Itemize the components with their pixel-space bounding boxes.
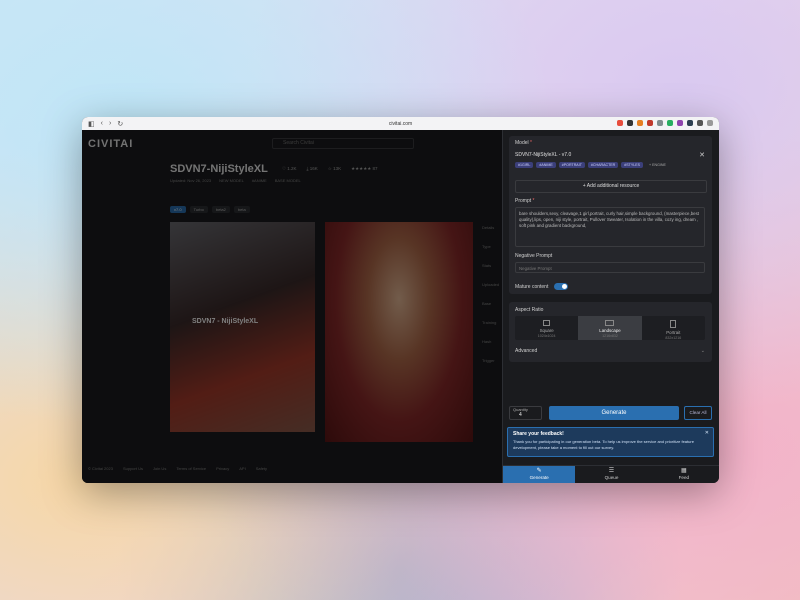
grid-icon: ▦ xyxy=(680,468,687,474)
extension-icons xyxy=(617,120,713,126)
extension-icon[interactable] xyxy=(677,120,683,126)
aspect-option-dims: 1024x1024 xyxy=(537,334,556,338)
page-dim-overlay xyxy=(82,130,502,483)
extension-icon[interactable] xyxy=(647,120,653,126)
extension-icon[interactable] xyxy=(667,120,673,126)
tab-label: Generate xyxy=(529,475,549,480)
browser-toolbar: ◧ ‹ › ↻ civitai.com xyxy=(82,117,719,130)
negative-prompt-input[interactable]: Negative Prompt xyxy=(515,262,705,273)
plus-icon: + xyxy=(582,183,586,189)
reload-icon[interactable]: ↻ xyxy=(117,120,123,128)
panel-tabs: ✎ Generate ☰ Queue ▦ Feed xyxy=(503,465,719,483)
aspect-ratio-selector: Square 1024x1024 Landscape 1216x832 Port… xyxy=(515,316,705,340)
forward-icon[interactable]: › xyxy=(109,120,111,128)
extension-icon[interactable] xyxy=(657,120,663,126)
address-bar[interactable]: civitai.com xyxy=(389,121,412,127)
mature-content-row: Mature content xyxy=(515,283,568,290)
add-resource-button[interactable]: + Add additional resource xyxy=(515,180,707,193)
model-tag: #ANIME xyxy=(536,162,556,168)
browser-nav: ◧ ‹ › ↻ xyxy=(82,120,123,128)
aspect-option-square[interactable]: Square 1024x1024 xyxy=(515,316,578,340)
aspect-option-dims: 832x1216 xyxy=(665,336,682,340)
extension-icon[interactable] xyxy=(637,120,643,126)
model-tag: #CHARACTER xyxy=(587,162,619,168)
quantity-stepper[interactable]: Quantity 4 xyxy=(509,406,542,420)
feedback-title: Share your feedback! xyxy=(513,431,564,437)
square-icon xyxy=(543,320,551,326)
feedback-banner: Share your feedback! Thank you for parti… xyxy=(507,427,714,457)
negative-prompt-label: Negative Prompt xyxy=(515,253,553,259)
add-resource-label: Add additional resource xyxy=(586,183,640,189)
prompt-label-text: Prompt xyxy=(515,198,532,204)
prompt-textarea[interactable]: bare shoulders,sexy, cleavage,1 girl,por… xyxy=(515,207,705,247)
model-name: SDVN7-NijiStyleXL - v7.0 xyxy=(515,152,572,158)
model-tag: #PORTRAIT xyxy=(558,162,585,168)
sidebar-toggle-icon[interactable]: ◧ xyxy=(88,120,95,128)
clear-all-button[interactable]: Clear All xyxy=(684,406,712,420)
model-tag: + ENGINE xyxy=(649,163,666,167)
aspect-ratio-label: Aspect Ratio xyxy=(515,307,544,313)
model-tags: #1GIRL #ANIME #PORTRAIT #CHARACTER #STYL… xyxy=(515,162,669,168)
advanced-toggle[interactable]: Advanced ⌄ xyxy=(515,348,705,354)
mature-content-toggle[interactable] xyxy=(553,283,568,290)
aspect-ratio-card: Aspect Ratio Square 1024x1024 Landscape … xyxy=(509,302,712,362)
extension-icon[interactable] xyxy=(707,120,713,126)
mature-content-label: Mature content xyxy=(515,283,549,290)
model-prompt-card: Model * SDVN7-NijiStyleXL - v7.0 ✕ #1GIR… xyxy=(509,136,712,294)
close-icon[interactable]: ✕ xyxy=(705,430,709,436)
tab-generate[interactable]: ✎ Generate xyxy=(503,466,576,483)
tab-label: Queue xyxy=(604,475,619,480)
aspect-option-name: Portrait xyxy=(666,330,681,335)
back-icon[interactable]: ‹ xyxy=(101,120,103,128)
aspect-option-landscape[interactable]: Landscape 1216x832 xyxy=(578,316,642,340)
browser-window: ◧ ‹ › ↻ civitai.com CIVITAI Search Civit… xyxy=(82,117,719,483)
tab-queue[interactable]: ☰ Queue xyxy=(575,466,647,483)
extension-icon[interactable] xyxy=(697,120,703,126)
model-tag: #STYLES xyxy=(621,162,644,168)
close-icon[interactable]: ✕ xyxy=(699,151,705,159)
quantity-value: 4 xyxy=(519,412,522,418)
feedback-body: Thank you for participating in our gener… xyxy=(513,439,694,450)
extension-icon[interactable] xyxy=(617,120,623,126)
prompt-label: Prompt * xyxy=(515,198,535,204)
advanced-label: Advanced xyxy=(515,348,538,354)
aspect-option-name: Square xyxy=(539,328,554,333)
list-icon: ☰ xyxy=(608,468,615,474)
extension-icon[interactable] xyxy=(627,120,633,126)
model-label: Model * xyxy=(515,140,532,146)
tab-feed[interactable]: ▦ Feed xyxy=(648,466,719,483)
aspect-option-name: Landscape xyxy=(599,328,621,333)
pencil-icon: ✎ xyxy=(536,468,542,474)
aspect-option-dims: 1216x832 xyxy=(602,334,618,338)
landscape-icon xyxy=(605,320,615,326)
generation-panel: Model * SDVN7-NijiStyleXL - v7.0 ✕ #1GIR… xyxy=(502,130,719,483)
extension-icon[interactable] xyxy=(687,120,693,126)
model-tag: #1GIRL xyxy=(515,162,534,168)
civitai-page: CIVITAI Search Civitai SDVN7-NijiStyleXL… xyxy=(82,130,502,483)
aspect-option-portrait[interactable]: Portrait 832x1216 xyxy=(642,316,705,340)
model-label-text: Model xyxy=(515,140,529,146)
tab-label: Feed xyxy=(678,475,690,480)
model-select[interactable]: SDVN7-NijiStyleXL - v7.0 ✕ #1GIRL #ANIME… xyxy=(515,152,705,176)
generate-button[interactable]: Generate xyxy=(549,406,679,420)
portrait-icon xyxy=(670,320,677,328)
chevron-down-icon: ⌄ xyxy=(700,348,705,354)
